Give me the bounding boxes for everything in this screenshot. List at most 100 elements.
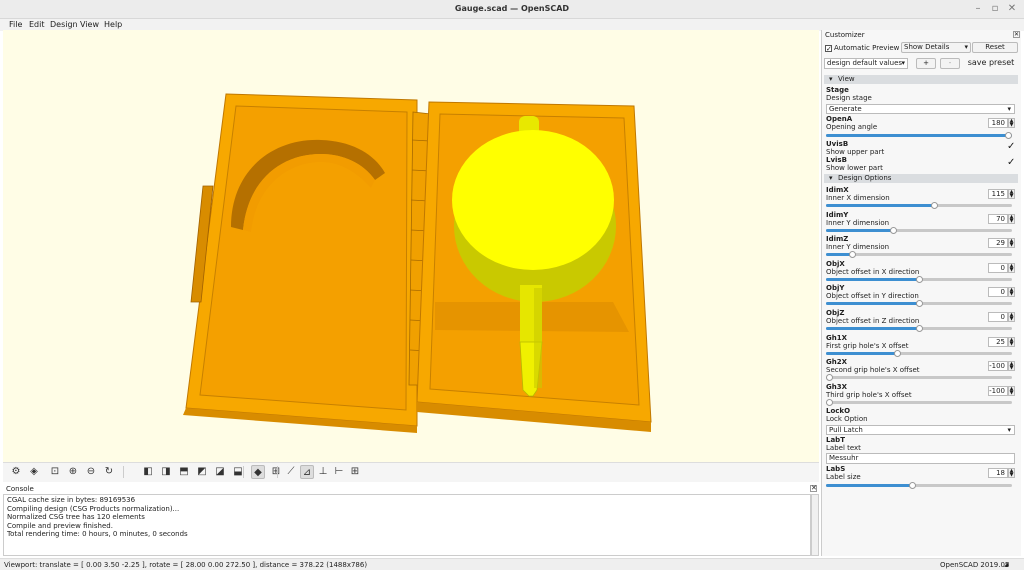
minimize-icon[interactable]: –	[972, 3, 984, 15]
resize-grip-icon[interactable]: ◢	[1004, 559, 1009, 571]
3d-viewport[interactable]	[3, 30, 819, 462]
param-stepper[interactable]: ▲ ▼	[1008, 336, 1015, 347]
perspective-icon[interactable]: ⟋	[284, 465, 298, 479]
show-scale-icon[interactable]: ⊢	[332, 465, 346, 479]
save-preset-button[interactable]: save preset	[964, 58, 1018, 69]
param-slider[interactable]	[826, 325, 1012, 332]
opena-stepper[interactable]: ▲ ▼	[1008, 118, 1015, 128]
param-value-input[interactable]: 0	[988, 262, 1008, 273]
diagonal-view-icon[interactable]: ◆	[251, 465, 265, 479]
param-stepper[interactable]: ▲ ▼	[1008, 213, 1015, 224]
gauge-stem-shade	[534, 288, 542, 388]
param-value-input[interactable]: 0	[988, 312, 1008, 322]
param-stepper[interactable]: ▲ ▼	[1008, 361, 1015, 372]
auto-preview-checkbox[interactable]: ✓	[825, 45, 832, 53]
section-design-options[interactable]: Design Options	[824, 174, 1018, 183]
preview-icon[interactable]: ◈	[27, 465, 41, 479]
lvisb-checkbox[interactable]: ✓	[1007, 158, 1015, 168]
param-value-input[interactable]: 115	[988, 189, 1008, 199]
view-center-icon[interactable]: ⊞	[269, 465, 283, 479]
param-labt-name: LabT	[826, 436, 845, 444]
show-edges-icon[interactable]: ⊞	[348, 465, 362, 479]
param-slider[interactable]	[826, 398, 1012, 406]
label-text-input[interactable]: Messuhr	[826, 453, 1015, 464]
view-toolbar: ⚙ ◈ ⊡ ⊕ ⊖ ↻ ◧ ◨ ⬒ ◩ ◪ ⬓ ◆ ⊞ ⟋ ⊿ ⊥ ⊢ ⊞	[3, 462, 819, 482]
show-details-select[interactable]: Show Details ▾	[901, 42, 971, 53]
param-slider[interactable]	[826, 251, 1012, 259]
param-value-input[interactable]: 0	[988, 287, 1008, 298]
lock-option-select[interactable]: Pull Latch	[826, 425, 1015, 435]
menu-file[interactable]: File	[9, 19, 22, 30]
param-stepper[interactable]: ▲ ▼	[1008, 189, 1015, 199]
console-output[interactable]: CGAL cache size in bytes: 89169536 Compi…	[3, 494, 811, 556]
param-slider[interactable]	[826, 300, 1012, 308]
remove-preset-button[interactable]: -	[940, 58, 960, 69]
preset-select[interactable]: design default values ▾	[824, 58, 908, 69]
param-slider[interactable]	[826, 275, 1012, 283]
view-front-icon[interactable]: ◪	[213, 465, 227, 479]
viewport-status: Viewport: translate = [ 0.00 3.50 -2.25 …	[4, 561, 368, 569]
param-value-input[interactable]: 25	[988, 336, 1008, 347]
zoom-all-icon[interactable]: ⊡	[48, 465, 62, 479]
param-desc: Inner Y dimension	[826, 243, 890, 252]
param-value-input[interactable]: 70	[988, 213, 1008, 224]
panel-close-icon[interactable]: ✕	[1013, 31, 1020, 38]
param-value-input[interactable]: 29	[988, 238, 1008, 249]
menu-help[interactable]: Help	[104, 19, 122, 30]
param-stepper[interactable]: ▲ ▼	[1008, 262, 1015, 273]
console-scrollbar[interactable]	[811, 494, 819, 556]
render-icon[interactable]: ⚙	[9, 465, 23, 479]
menu-view[interactable]: View	[80, 19, 99, 30]
view-right-icon[interactable]: ◧	[141, 465, 155, 479]
reset-view-icon[interactable]: ↻	[102, 465, 116, 479]
model-render	[183, 93, 652, 433]
show-axes-icon[interactable]: ⊥	[316, 465, 330, 479]
labs-input[interactable]: 18	[988, 468, 1008, 478]
zoom-in-icon[interactable]: ⊕	[66, 465, 80, 479]
customizer-panel: Customizer ✕ ✓ Automatic Preview Show De…	[821, 30, 1021, 556]
auto-preview-label: Automatic Preview	[834, 44, 900, 52]
view-left-icon[interactable]: ◩	[195, 465, 209, 479]
param-slider[interactable]	[826, 226, 1012, 234]
param-value-input[interactable]: -100	[988, 361, 1008, 372]
opena-slider[interactable]	[826, 132, 1012, 139]
view-top-icon[interactable]: ◨	[159, 465, 173, 479]
uvisb-checkbox[interactable]: ✓	[1007, 142, 1015, 152]
console-line: Compile and preview finished.	[7, 521, 113, 530]
stage-select[interactable]: Generate	[826, 104, 1015, 114]
param-stepper[interactable]: ▲ ▼	[1008, 312, 1015, 322]
param-lvisb-desc: Show lower part	[826, 164, 883, 172]
zoom-out-icon[interactable]: ⊖	[84, 465, 98, 479]
customizer-title: Customizer	[825, 31, 865, 39]
console-line: Compiling design (CSG Products normaliza…	[7, 504, 180, 513]
view-bottom-icon[interactable]: ⬒	[177, 465, 191, 479]
menu-edit[interactable]: Edit	[29, 19, 45, 30]
param-slider[interactable]	[826, 349, 1012, 357]
orthogonal-icon[interactable]: ⊿	[300, 465, 314, 479]
console-close-icon[interactable]: ✕	[810, 485, 817, 492]
param-stepper[interactable]: ▲ ▼	[1008, 385, 1015, 396]
section-view[interactable]: View	[824, 75, 1018, 84]
param-lvisb-name: LvisB	[826, 156, 847, 164]
param-slider[interactable]	[826, 202, 1012, 209]
labs-stepper[interactable]: ▲ ▼	[1008, 468, 1015, 478]
param-desc: Inner Y dimension	[826, 218, 890, 227]
labs-slider[interactable]	[826, 482, 1012, 489]
chevron-down-icon: ▾	[964, 43, 968, 51]
maximize-icon[interactable]: ▫	[989, 3, 1001, 15]
param-name: IdimY	[826, 210, 849, 219]
close-icon[interactable]: ✕	[1006, 3, 1018, 15]
param-stepper[interactable]: ▲ ▼	[1008, 238, 1015, 249]
opena-input[interactable]: 180	[988, 118, 1008, 128]
preset-value: design default values	[827, 59, 903, 67]
param-desc: Object offset in Z direction	[826, 317, 920, 325]
param-desc: Object offset in Y direction	[826, 292, 919, 301]
menu-design[interactable]: Design	[50, 19, 78, 30]
param-name: Gh2X	[826, 358, 847, 367]
param-stepper[interactable]: ▲ ▼	[1008, 287, 1015, 298]
reset-button[interactable]: Reset	[972, 42, 1018, 53]
param-slider[interactable]	[826, 374, 1012, 382]
param-labs-name: LabS	[826, 465, 846, 473]
param-value-input[interactable]: -100	[988, 385, 1008, 396]
add-preset-button[interactable]: +	[916, 58, 936, 69]
